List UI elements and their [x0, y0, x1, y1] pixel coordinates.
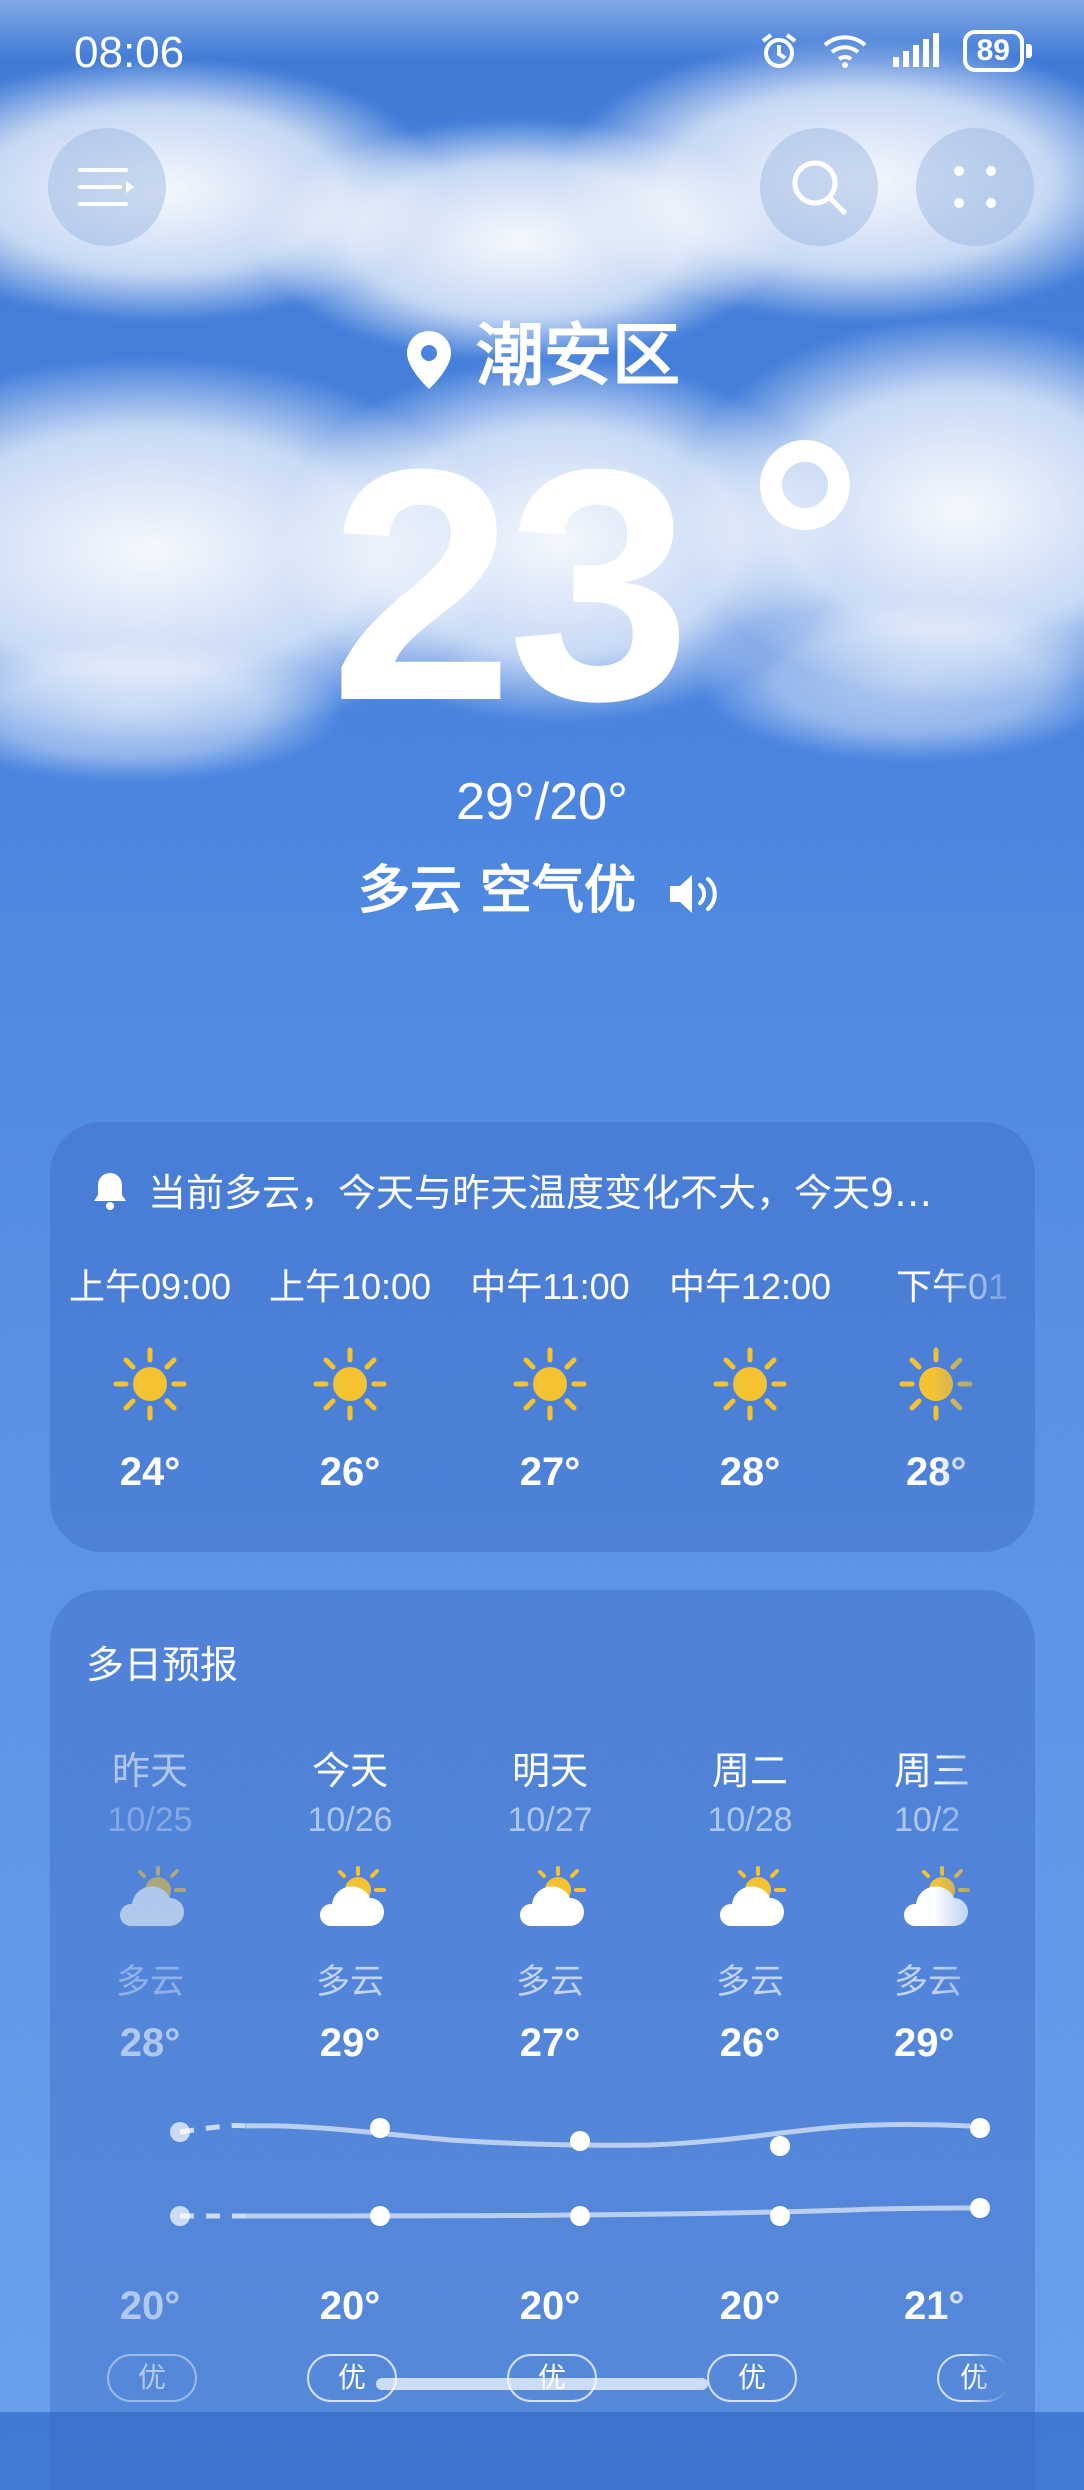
hour-item: 上午09:00 24°: [50, 1258, 250, 1495]
daily-forecast-title: 多日预报: [86, 1643, 239, 1687]
temperature-trend-graph: [170, 2118, 990, 2226]
aqi-badge: 优: [937, 2354, 1011, 2402]
low-point: [570, 2206, 590, 2226]
more-button[interactable]: [916, 128, 1034, 246]
high-point: [770, 2136, 790, 2156]
day-weather: 多云: [116, 1962, 184, 2002]
day-item[interactable]: 今天 10/26 多云 29°: [250, 1740, 450, 2066]
aqi-badge: 优: [107, 2354, 197, 2402]
low-point: [770, 2206, 790, 2226]
partly-cloudy-icon: [110, 1864, 190, 1934]
hour-time: 中午11:00: [470, 1266, 630, 1307]
day-high: 29°: [319, 2021, 381, 2065]
low-point: [170, 2206, 190, 2226]
hour-time: 下午01: [896, 1266, 1009, 1307]
hour-item: 中午11:00 27°: [450, 1258, 650, 1495]
low-point: [970, 2198, 990, 2218]
day-item[interactable]: 周三 10/2 多云 29°: [850, 1740, 1035, 2066]
hour-item: 中午12:00 28°: [650, 1258, 850, 1495]
sun-icon: [710, 1344, 790, 1424]
status-bar: 08:06 89: [0, 0, 1084, 110]
battery-indicator: 89: [962, 30, 1033, 72]
high-point: [970, 2118, 990, 2138]
day-date: 10/2: [894, 1801, 961, 1839]
day-date: 10/27: [507, 1801, 593, 1839]
hour-item: 上午10:00 26°: [250, 1258, 450, 1495]
partly-cloudy-icon: [894, 1864, 974, 1934]
alert-text: 当前多云，今天与昨天温度变化不大，今天9…: [148, 1171, 933, 1215]
day-name: 周二: [711, 1749, 788, 1793]
day-low: 21°: [904, 2284, 965, 2328]
status-time: 08:06: [74, 28, 185, 77]
high-point: [570, 2131, 590, 2151]
hour-temperature: 26°: [319, 1450, 381, 1494]
day-item[interactable]: 明天 10/27 多云 27°: [450, 1740, 650, 2066]
day-weather: 多云: [316, 1962, 384, 2002]
day-name: 明天: [511, 1749, 588, 1793]
hour-temperature: 28°: [719, 1450, 781, 1494]
day-name: 今天: [311, 1749, 388, 1793]
day-date: 10/25: [107, 1801, 193, 1839]
day-item[interactable]: 周二 10/28 多云 26°: [650, 1740, 850, 2066]
search-button[interactable]: [760, 128, 878, 246]
day-low: 20°: [119, 2284, 181, 2328]
day-weather: 多云: [716, 1962, 784, 2002]
hour-temperature: 28°: [906, 1450, 967, 1494]
weather-alert[interactable]: 当前多云，今天与昨天温度变化不大，今天9…: [90, 1162, 932, 1217]
day-high: 28°: [119, 2021, 181, 2065]
sun-icon: [310, 1344, 390, 1424]
hourly-forecast-card[interactable]: 当前多云，今天与昨天温度变化不大，今天9… 上午09:00 24° 上午10:0…: [50, 1122, 1035, 1552]
alarm-icon: [761, 33, 796, 68]
grid-dots-icon: [954, 166, 996, 208]
day-low: 20°: [519, 2284, 581, 2328]
hour-temperature: 27°: [519, 1450, 581, 1494]
degree-symbol: [760, 440, 850, 530]
day-name: 昨天: [111, 1749, 188, 1793]
day-item[interactable]: 昨天 10/25 多云 28°: [50, 1740, 250, 2066]
condition-text: 多云 空气优: [357, 861, 637, 921]
day-high: 27°: [519, 2021, 581, 2065]
hour-time: 中午12:00: [668, 1266, 832, 1307]
day-weather: 多云: [516, 1962, 584, 2002]
day-low: 20°: [719, 2284, 781, 2328]
hour-time: 上午10:00: [268, 1266, 432, 1307]
hour-time: 上午09:00: [68, 1266, 232, 1307]
location-title[interactable]: 潮安区: [0, 300, 1084, 399]
location-pin-icon: [406, 331, 451, 390]
day-date: 10/26: [307, 1801, 393, 1839]
aqi-badge: 优: [707, 2354, 797, 2402]
speaker-icon[interactable]: [666, 871, 726, 917]
sun-icon: [896, 1344, 976, 1424]
signal-icon: [892, 33, 939, 67]
day-weather: 多云: [894, 1962, 962, 2002]
hour-temperature: 24°: [119, 1450, 181, 1494]
wifi-icon: [823, 35, 866, 68]
search-icon: [792, 160, 847, 215]
menu-icon: [78, 168, 134, 206]
current-temperature: 23: [330, 400, 691, 769]
bell-icon: [94, 1172, 126, 1210]
partly-cloudy-icon: [510, 1864, 590, 1934]
day-high: 29°: [894, 2021, 955, 2065]
day-name: 周三: [894, 1749, 971, 1793]
location-name: 潮安区: [475, 317, 680, 396]
sun-icon: [510, 1344, 590, 1424]
high-low-temperature: 29°/20°: [456, 773, 628, 831]
day-date: 10/28: [707, 1801, 793, 1839]
day-low: 20°: [319, 2284, 381, 2328]
menu-button[interactable]: [48, 128, 166, 246]
day-high: 26°: [719, 2021, 781, 2065]
weather-condition: 多云 空气优: [0, 848, 1084, 923]
daily-forecast-card[interactable]: 多日预报 昨天 10/25 多云 28° 今天 10/26 多云 29° 明天 …: [50, 1590, 1035, 2490]
high-point: [170, 2122, 190, 2142]
low-point: [370, 2206, 390, 2226]
home-indicator[interactable]: [376, 2378, 708, 2390]
partly-cloudy-icon: [710, 1864, 790, 1934]
hour-item: 下午01 28°: [850, 1258, 1035, 1495]
high-point: [370, 2118, 390, 2138]
sun-icon: [110, 1344, 190, 1424]
partly-cloudy-icon: [310, 1864, 390, 1934]
